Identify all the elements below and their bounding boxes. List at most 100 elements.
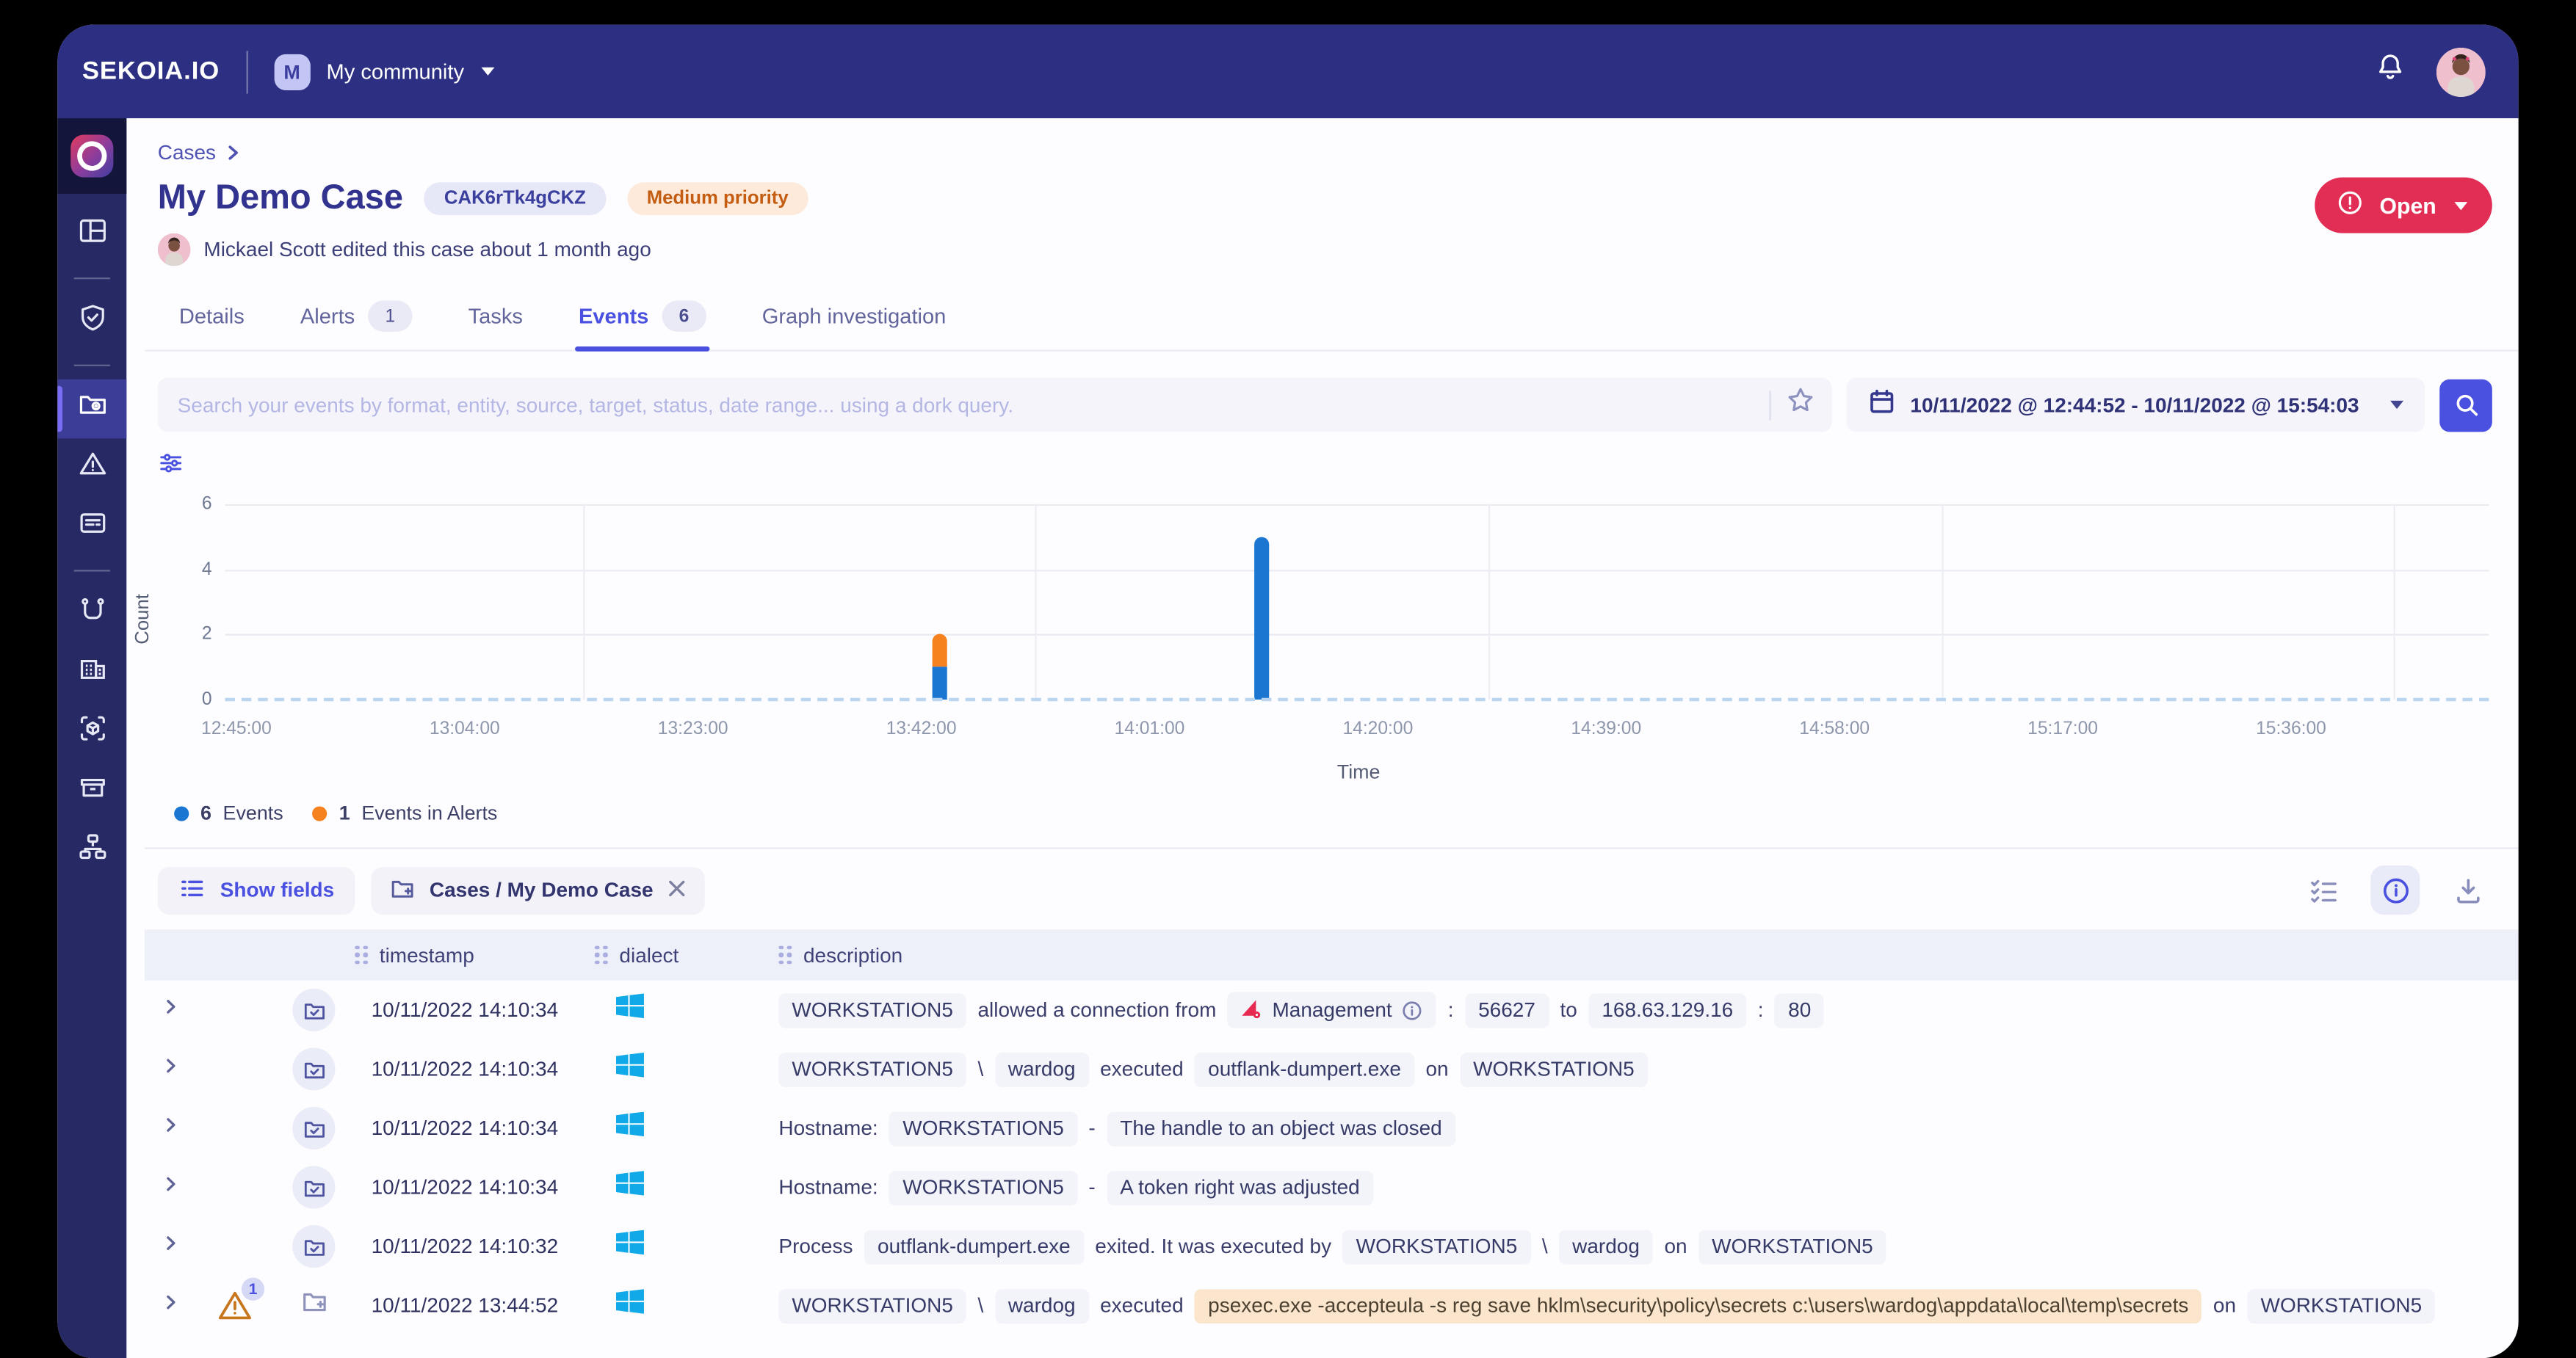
value-chip[interactable]: WORKSTATION5 xyxy=(1460,1052,1647,1086)
remove-filter-icon[interactable] xyxy=(666,878,686,903)
folder-add-icon[interactable] xyxy=(300,1288,328,1323)
column-header-dialect[interactable]: dialect xyxy=(595,943,779,966)
drag-handle-icon[interactable] xyxy=(355,945,368,965)
event-row[interactable]: 10/11/2022 14:10:34WORKSTATION5\wardogex… xyxy=(145,1039,2519,1099)
user-avatar[interactable] xyxy=(2436,47,2486,96)
value-chip[interactable]: wardog xyxy=(995,1052,1089,1086)
expand-chevron-icon[interactable] xyxy=(161,995,181,1025)
breadcrumb-label[interactable]: Cases xyxy=(158,141,216,164)
description-text: \ xyxy=(1542,1235,1548,1257)
value-chip[interactable]: The handle to an object was closed xyxy=(1107,1111,1455,1145)
gridline xyxy=(225,570,2489,571)
tab-tasks[interactable]: Tasks xyxy=(465,294,526,349)
events-search-box[interactable] xyxy=(158,378,1831,432)
sidebar-item-sandbox[interactable] xyxy=(57,703,126,763)
search-button[interactable] xyxy=(2439,379,2492,432)
event-row[interactable]: 10/11/2022 14:10:32Processoutflank-dumpe… xyxy=(145,1217,2519,1277)
case-folder-eye-icon xyxy=(76,389,108,429)
event-timestamp: 10/11/2022 14:10:34 xyxy=(355,998,595,1021)
description-text: : xyxy=(1758,998,1764,1021)
case-status-button[interactable]: Open xyxy=(2315,178,2492,233)
value-chip[interactable]: A token right was adjusted xyxy=(1107,1170,1372,1205)
community-avatar[interactable]: M xyxy=(274,54,310,90)
event-row[interactable]: 10/11/2022 14:10:34 Hostname:WORKSTATION5… xyxy=(145,1158,2519,1217)
tab-graph-investigation[interactable]: Graph investigation xyxy=(759,294,949,349)
value-chip[interactable]: wardog xyxy=(995,1288,1089,1323)
tab-label: Details xyxy=(179,304,245,329)
event-timestamp: 10/11/2022 14:10:32 xyxy=(355,1235,595,1257)
value-chip[interactable]: 80 xyxy=(1775,992,1824,1027)
entity-chip[interactable]: Management xyxy=(1228,992,1436,1028)
value-chip[interactable]: WORKSTATION5 xyxy=(778,1052,966,1086)
folder-check-icon[interactable] xyxy=(292,1225,335,1268)
value-chip[interactable]: outflank-dumpert.exe xyxy=(1195,1052,1414,1086)
stage: SEKOIA.IO M My community xyxy=(0,0,2576,1358)
event-row[interactable]: 10/11/2022 14:10:34WORKSTATION5allowed a… xyxy=(145,981,2519,1040)
value-chip[interactable]: WORKSTATION5 xyxy=(1343,1230,1530,1264)
x-tick-label: 13:04:00 xyxy=(430,719,500,739)
tab-details[interactable]: Details xyxy=(176,294,247,349)
info-icon[interactable] xyxy=(1402,999,1423,1020)
alert-warning-icon[interactable]: 1 xyxy=(217,1289,253,1322)
events-table: timestamp dialect description 10/11/2022… xyxy=(145,929,2519,1335)
value-chip[interactable]: WORKSTATION5 xyxy=(778,1288,966,1323)
sidebar-item-playbooks[interactable] xyxy=(57,584,126,644)
sidebar-item-shield[interactable] xyxy=(57,292,126,352)
expand-chevron-icon[interactable] xyxy=(161,1054,181,1083)
y-tick-label: 4 xyxy=(202,559,212,579)
drag-handle-icon[interactable] xyxy=(778,945,792,965)
folder-check-icon[interactable] xyxy=(292,1166,335,1208)
column-header-description[interactable]: description xyxy=(778,943,2518,966)
sidebar-item-rules[interactable] xyxy=(57,498,126,557)
value-chip[interactable]: WORKSTATION5 xyxy=(778,992,966,1027)
value-chip[interactable]: 56627 xyxy=(1465,992,1549,1027)
sidebar-item-alerts[interactable] xyxy=(57,438,126,498)
expand-chevron-icon[interactable] xyxy=(161,1232,181,1261)
show-fields-button[interactable]: Show fields xyxy=(158,866,355,914)
column-header-timestamp[interactable]: timestamp xyxy=(355,943,595,966)
sidebar-item-cases[interactable] xyxy=(57,380,126,439)
chart-settings-icon[interactable] xyxy=(158,450,2492,484)
expand-chevron-icon[interactable] xyxy=(161,1172,181,1202)
sidebar-item-assets[interactable] xyxy=(57,644,126,703)
value-chip[interactable]: WORKSTATION5 xyxy=(1698,1230,1886,1264)
value-chip[interactable]: 168.63.129.16 xyxy=(1588,992,1746,1027)
event-description: Hostname:WORKSTATION5-A token right was … xyxy=(778,1170,2518,1205)
notifications-bell-icon[interactable] xyxy=(2374,51,2407,92)
community-name[interactable]: My community xyxy=(327,59,464,84)
expand-chevron-icon[interactable] xyxy=(161,1290,181,1320)
value-chip[interactable]: WORKSTATION5 xyxy=(889,1111,1077,1145)
event-row[interactable]: 110/11/2022 13:44:52WORKSTATION5\wardoge… xyxy=(145,1276,2519,1335)
folder-check-icon[interactable] xyxy=(292,989,335,1031)
tab-alerts[interactable]: Alerts1 xyxy=(297,294,416,349)
value-chip[interactable]: WORKSTATION5 xyxy=(889,1170,1077,1205)
search-input[interactable] xyxy=(174,392,1754,418)
folder-check-icon[interactable] xyxy=(292,1047,335,1090)
expand-chevron-icon[interactable] xyxy=(161,1114,181,1143)
value-chip[interactable]: wardog xyxy=(1559,1230,1653,1264)
value-chip[interactable]: WORKSTATION5 xyxy=(2248,1288,2435,1323)
app-logo[interactable] xyxy=(57,118,126,194)
legend-count: 1 xyxy=(339,802,350,824)
info-toggle-icon[interactable] xyxy=(2370,865,2420,915)
favorite-star-icon[interactable] xyxy=(1785,386,1815,424)
folder-check-icon[interactable] xyxy=(292,1107,335,1150)
breadcrumb[interactable]: Cases xyxy=(158,141,2492,164)
sidebar-item-architecture[interactable] xyxy=(57,821,126,881)
drag-handle-icon[interactable] xyxy=(595,945,608,965)
date-range-picker[interactable]: 10/11/2022 @ 12:44:52 - 10/11/2022 @ 15:… xyxy=(1846,378,2425,432)
event-timestamp: 10/11/2022 14:10:34 xyxy=(355,1058,595,1081)
event-timestamp: 10/11/2022 14:10:34 xyxy=(355,1176,595,1199)
select-columns-icon[interactable] xyxy=(2298,865,2348,915)
sidebar-item-archive[interactable] xyxy=(57,762,126,821)
description-text: \ xyxy=(977,1058,983,1081)
community-caret-icon[interactable] xyxy=(480,68,493,76)
sidebar-item-dashboard[interactable] xyxy=(57,206,126,265)
event-row[interactable]: 10/11/2022 14:10:34Hostname:WORKSTATION5… xyxy=(145,1099,2519,1158)
highlighted-command-chip[interactable]: psexec.exe -accepteula -s reg save hklm\… xyxy=(1195,1288,2201,1323)
tab-events[interactable]: Events6 xyxy=(576,294,710,349)
legend-count: 6 xyxy=(200,802,211,824)
value-chip[interactable]: outflank-dumpert.exe xyxy=(864,1230,1084,1264)
case-filter-chip[interactable]: Cases / My Demo Case xyxy=(372,866,704,914)
download-icon[interactable] xyxy=(2443,865,2492,915)
